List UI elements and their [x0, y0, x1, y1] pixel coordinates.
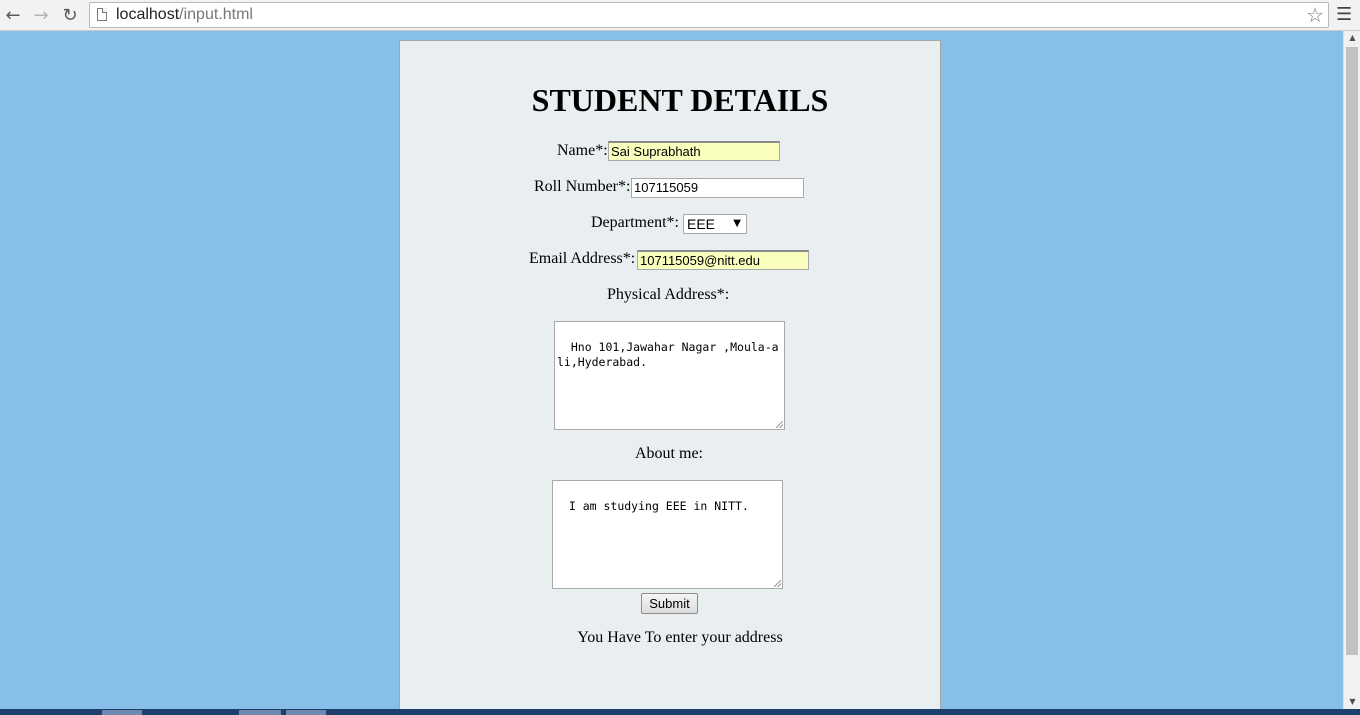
physical-address-textarea[interactable]: Hno 101,Jawahar Nagar ,Moula-ali,Hyderab…	[554, 321, 785, 430]
submit-button[interactable]: Submit	[641, 593, 698, 614]
url-text: localhost/input.html	[116, 6, 253, 24]
about-me-text: I am studying EEE in NITT.	[568, 499, 749, 513]
page-title: STUDENT DETAILS	[531, 82, 829, 118]
url-path: /input.html	[179, 6, 253, 23]
vertical-scrollbar[interactable]: ▲ ▼	[1343, 31, 1360, 709]
menu-icon[interactable]: ☰	[1336, 4, 1352, 26]
address-bar[interactable]: localhost/input.html ☆	[89, 2, 1329, 28]
validation-message: You Have To enter your address	[577, 629, 783, 646]
name-input[interactable]: Sai Suprabhath	[608, 141, 780, 161]
department-label: Department*:	[591, 214, 679, 231]
reload-icon[interactable]: ↻	[58, 3, 82, 27]
about-me-textarea[interactable]: I am studying EEE in NITT.	[552, 480, 783, 589]
department-select[interactable]: EEE ▼	[683, 214, 747, 234]
dropdown-arrow-icon: ▼	[733, 218, 741, 229]
scroll-up-arrow-icon[interactable]: ▲	[1344, 31, 1360, 45]
roll-number-input[interactable]: 107115059	[631, 178, 804, 198]
department-selected-value: EEE	[687, 216, 716, 232]
email-input[interactable]: 107115059@nitt.edu	[637, 250, 809, 270]
physical-address-text: Hno 101,Jawahar Nagar ,Moula-ali,Hyderab…	[557, 340, 779, 369]
resize-handle-icon[interactable]	[776, 421, 783, 428]
taskbar-item[interactable]	[286, 710, 326, 715]
scroll-thumb[interactable]	[1346, 47, 1358, 655]
email-label: Email Address*:	[529, 250, 636, 267]
taskbar-item[interactable]	[102, 710, 142, 715]
taskbar	[0, 709, 1360, 715]
url-host: localhost	[116, 6, 180, 23]
bookmark-star-icon[interactable]: ☆	[1306, 3, 1324, 27]
taskbar-item[interactable]	[239, 710, 281, 715]
about-me-label: About me:	[635, 445, 703, 462]
resize-handle-icon[interactable]	[774, 580, 781, 587]
forward-arrow-icon[interactable]: →	[29, 3, 53, 27]
scroll-down-arrow-icon[interactable]: ▼	[1344, 695, 1360, 709]
name-label: Name*:	[557, 142, 608, 159]
physical-address-label: Physical Address*:	[607, 286, 730, 303]
page-icon	[97, 8, 107, 21]
back-arrow-icon[interactable]: ←	[1, 3, 25, 27]
roll-number-label: Roll Number*:	[534, 178, 631, 195]
browser-toolbar: ← → ↻ localhost/input.html ☆ ☰	[0, 0, 1360, 31]
